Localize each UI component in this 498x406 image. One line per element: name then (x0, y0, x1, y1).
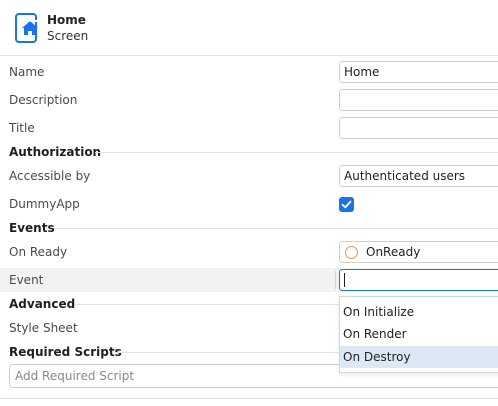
event-row-separator (335, 271, 336, 289)
required-scripts-divider (115, 352, 339, 353)
name-input[interactable]: Home (339, 61, 498, 83)
dropdown-option-on-render[interactable]: On Render (340, 323, 498, 345)
event-label: Event (9, 273, 44, 287)
description-input[interactable] (339, 89, 498, 111)
style-sheet-label: Style Sheet (9, 321, 78, 335)
text-cursor (344, 273, 345, 287)
header-divider (0, 55, 498, 56)
required-scripts-section-title: Required Scripts (9, 345, 122, 359)
advanced-section-title: Advanced (9, 297, 76, 311)
dropdown-option-on-initialize[interactable]: On Initialize (340, 301, 498, 323)
bottom-divider (0, 398, 498, 399)
event-input[interactable] (339, 269, 498, 291)
events-divider (54, 228, 498, 229)
checkmark-icon (341, 200, 352, 209)
authorization-section-title: Authorization (9, 145, 102, 159)
authorization-divider (95, 152, 498, 153)
screen-subtitle: Screen (47, 29, 89, 43)
dummyapp-label: DummyApp (9, 197, 80, 211)
accessible-by-label: Accessible by (9, 169, 91, 183)
accessible-by-select[interactable]: Authenticated users (339, 165, 498, 187)
description-label: Description (9, 93, 78, 107)
title-label: Title (9, 121, 35, 135)
advanced-divider (75, 304, 339, 305)
on-ready-field[interactable]: OnReady (339, 241, 498, 263)
on-ready-value: OnReady (366, 245, 421, 259)
screen-title: Home (47, 13, 86, 27)
add-required-script-placeholder: Add Required Script (15, 369, 135, 383)
dropdown-option-on-destroy[interactable]: On Destroy (340, 346, 498, 368)
events-section-title: Events (9, 221, 55, 235)
dummyapp-checkbox[interactable] (339, 197, 354, 212)
home-screen-icon (13, 12, 41, 44)
on-ready-label: On Ready (9, 245, 68, 259)
event-dropdown: On Initialize On Render On Destroy (339, 296, 498, 373)
screen-header: Home Screen (0, 0, 498, 54)
name-label: Name (9, 65, 45, 79)
title-input[interactable] (339, 117, 498, 139)
event-handler-circle-icon (345, 246, 358, 259)
